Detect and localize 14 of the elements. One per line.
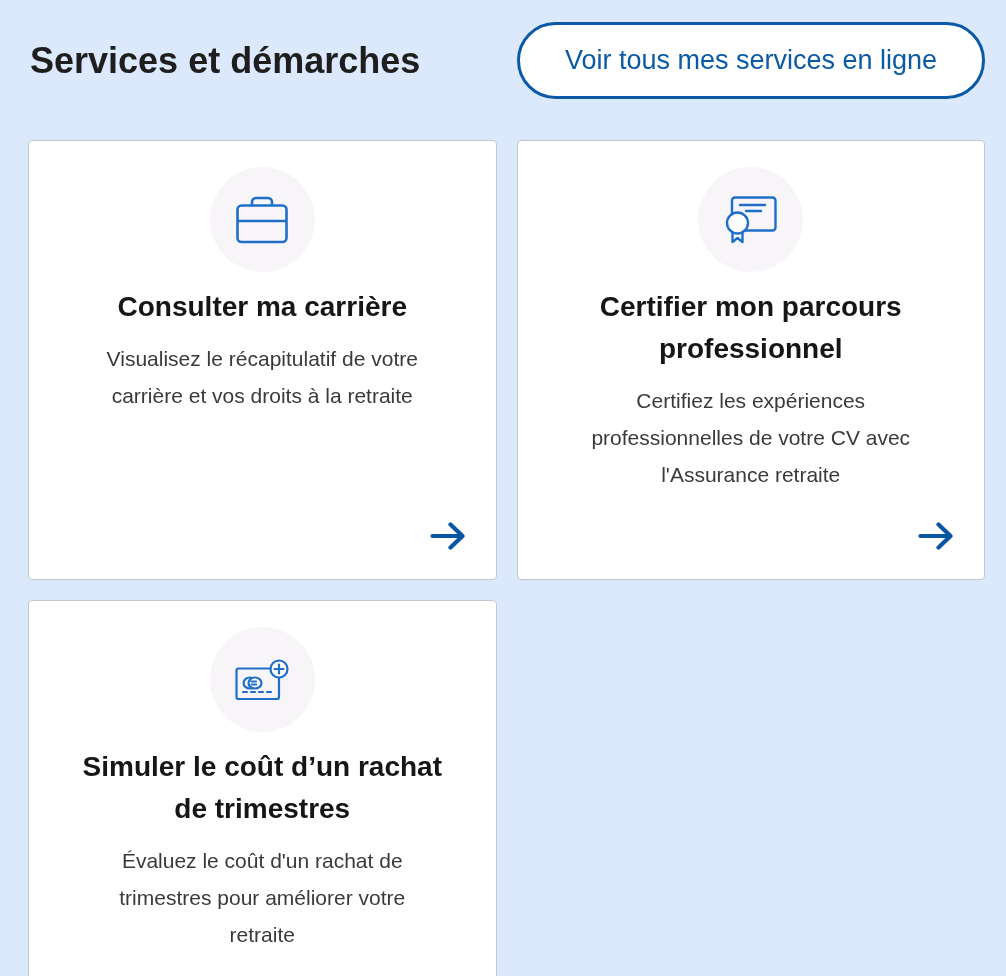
- certificate-icon: [724, 195, 777, 244]
- card-description: Visualisez le récapitulatif de votre carrière et vos droits à la retraite: [105, 346, 419, 409]
- card-description: Évaluez le coût d'un rachat de trimestres pour améliorer votre retraite: [118, 848, 407, 948]
- all-services-button[interactable]: Voir tous mes services en ligne: [517, 22, 985, 99]
- card-title: Certifier mon parcours professionnel: [598, 290, 903, 366]
- card-with-plus-icon: [235, 658, 290, 701]
- briefcase-icon: [236, 195, 289, 244]
- section-title: Services et démarches: [30, 39, 421, 82]
- service-card[interactable]: Consulter ma carrière Visualisez le récapitulatif de votre carrière et vos droits à la retraite: [28, 140, 497, 580]
- card-description: Certifiez les expériences professionnelles de votre CV avec l'Assurance retraite: [590, 388, 912, 488]
- card-title: Consulter ma carrière: [117, 290, 407, 324]
- service-card[interactable]: Simuler le coût d’un rachat de trimestres Évaluez le coût d'un rachat de trimestres pour améliorer votre retraite: [28, 600, 497, 976]
- card-title: Simuler le coût d’un rachat de trimestres: [81, 750, 443, 826]
- service-card[interactable]: Certifier mon parcours professionnel Certifiez les expériences professionnelles de votre CV avec l'Assurance retraite: [516, 140, 985, 580]
